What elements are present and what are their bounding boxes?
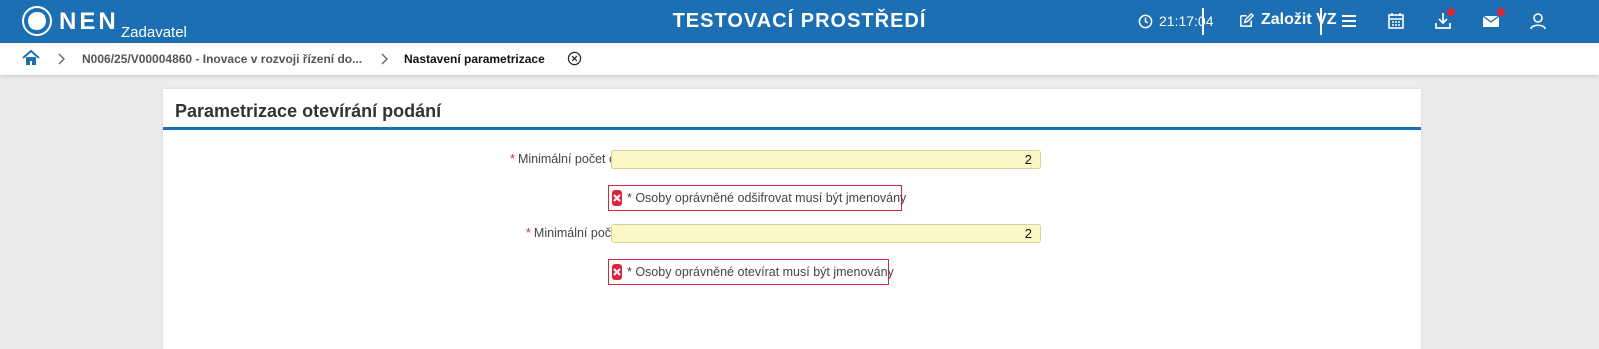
create-vz-label: Založit VZ <box>1261 11 1337 28</box>
menu-button[interactable] <box>1338 10 1360 32</box>
logo-subtitle: Zadavatel <box>121 24 187 41</box>
panel-title: Parametrizace otevírání podání <box>175 101 442 121</box>
breadcrumb-item-current: Nastavení parametrizace <box>404 52 545 66</box>
required-mark: * <box>510 152 515 166</box>
downloads-button[interactable] <box>1432 8 1455 32</box>
breadcrumb-item-contract[interactable]: N006/25/V00004860 - Inovace v rozvoji ří… <box>82 52 362 66</box>
error-icon <box>612 264 622 280</box>
top-bar: NEN Zadavatel TESTOVACÍ PROSTŘEDÍ 21:17:… <box>0 0 1599 43</box>
divider <box>1202 8 1204 35</box>
panel-title-underline <box>163 127 1421 130</box>
home-button[interactable] <box>22 49 40 72</box>
calendar-icon <box>1388 13 1404 29</box>
decrypt-min-persons-input[interactable] <box>611 150 1041 169</box>
home-icon <box>22 49 40 65</box>
error-text: * Osoby oprávněné otevírat musí být jmen… <box>627 265 894 279</box>
error-text: * Osoby oprávněné odšifrovat musí být jm… <box>627 191 907 205</box>
close-icon <box>567 51 582 66</box>
messages-button[interactable] <box>1480 8 1505 32</box>
nen-logo-icon <box>22 6 52 36</box>
required-mark: * <box>526 226 531 240</box>
chevron-right-icon <box>58 53 65 65</box>
logo-text: NEN <box>59 8 119 35</box>
decrypt-error-message: * Osoby oprávněné odšifrovat musí být jm… <box>608 185 906 211</box>
open-min-persons-input[interactable] <box>611 224 1041 243</box>
close-breadcrumb-button[interactable] <box>567 51 582 71</box>
parametrization-panel: Parametrizace otevírání podání * Minimáln… <box>163 89 1421 349</box>
notification-dot <box>1447 8 1455 16</box>
clock-icon <box>1138 14 1153 28</box>
user-button[interactable] <box>1527 10 1549 32</box>
breadcrumb: N006/25/V00004860 - Inovace v rozvoji ří… <box>0 43 1599 75</box>
error-icon <box>612 190 622 206</box>
menu-icon <box>1342 15 1356 27</box>
calendar-button[interactable] <box>1385 10 1407 32</box>
clock-value: 21:17:04 <box>1159 13 1214 29</box>
user-icon <box>1530 13 1546 30</box>
open-error-message: * Osoby oprávněné otevírat musí být jmen… <box>608 259 894 285</box>
divider <box>1320 8 1322 35</box>
edit-icon <box>1240 12 1255 27</box>
notification-dot <box>1497 8 1505 16</box>
chevron-right-icon <box>381 53 388 65</box>
